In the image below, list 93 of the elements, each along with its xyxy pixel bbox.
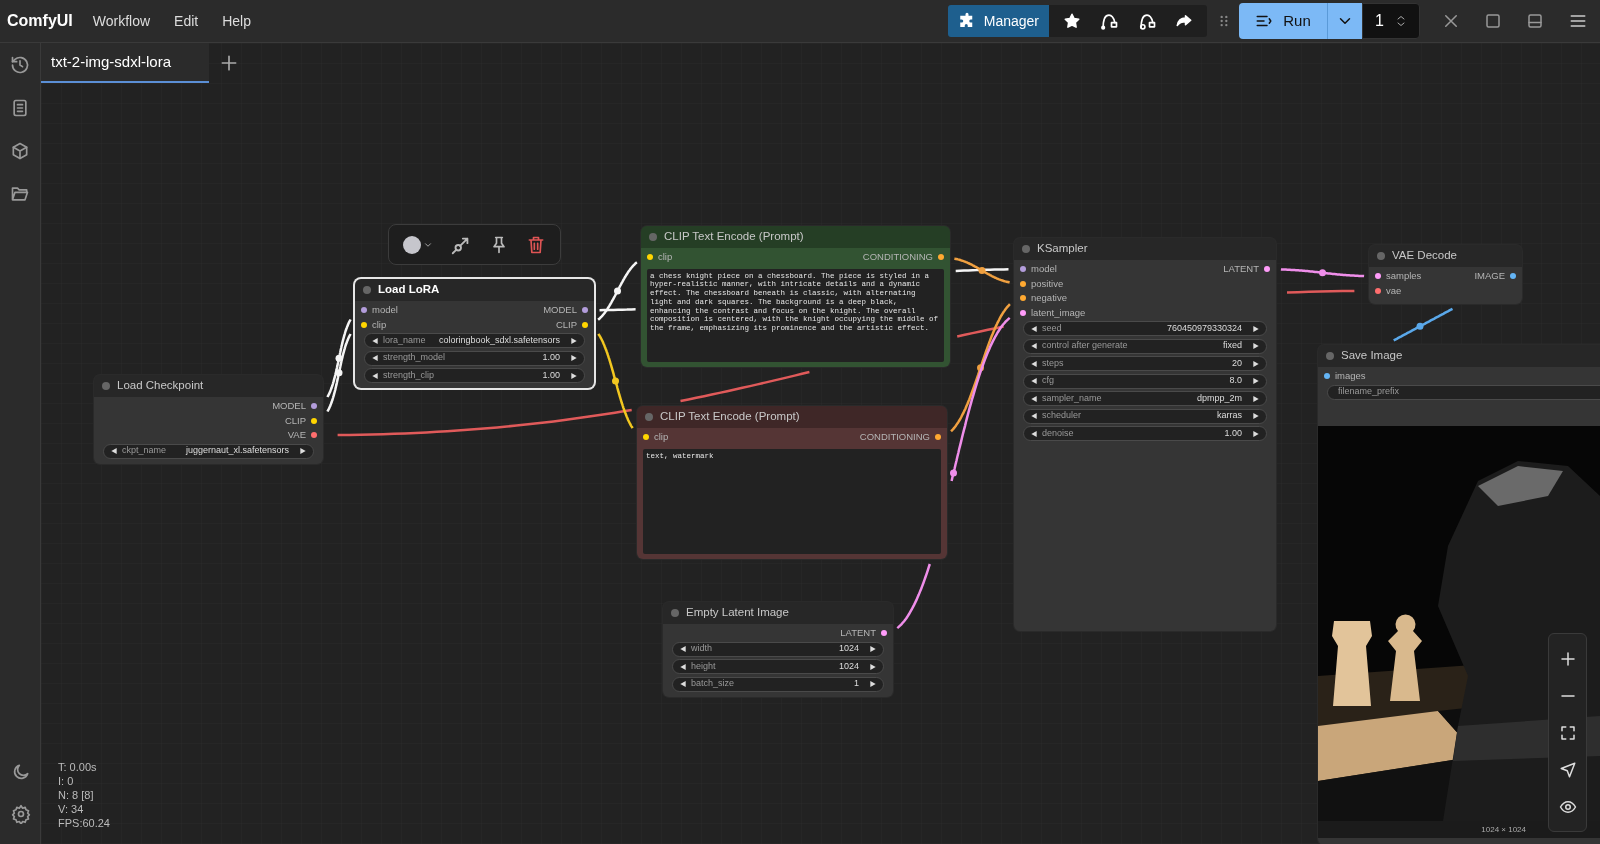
node-title: Load LoRA: [378, 282, 440, 298]
combo-widget[interactable]: ckpt_name juggernaut_xl.safetensors: [103, 443, 314, 459]
slot-label: clip: [372, 317, 387, 332]
stats-line: T: 0.00s: [58, 760, 98, 774]
slot-label: clip: [658, 250, 673, 265]
manager-button[interactable]: Manager: [947, 5, 1049, 37]
number-widget[interactable]: cfg 8.0: [1023, 373, 1267, 389]
slot-label: model: [1031, 262, 1057, 277]
combo-widget[interactable]: lora_name coloringbook_sdxl.safetensors: [364, 333, 585, 348]
node-title: Save Image: [1341, 348, 1403, 364]
slot-label: IMAGE: [1474, 269, 1505, 284]
number-widget[interactable]: steps 20: [1023, 356, 1267, 371]
number-widget[interactable]: batch_size 1: [672, 676, 884, 692]
node-card[interactable]: VAE Decode samples IMAGE vae: [1369, 245, 1522, 304]
widget-value: 1024: [838, 642, 859, 656]
slot-label: positive: [1031, 276, 1064, 291]
menu-item[interactable]: Help: [210, 4, 263, 38]
slot-label: negative: [1031, 291, 1067, 306]
number-widget[interactable]: width 1024: [672, 641, 884, 657]
number-widget[interactable]: denoise 1.00: [1023, 426, 1267, 441]
slot-label: images: [1335, 369, 1366, 384]
number-widget[interactable]: strength_model 1.00: [364, 350, 585, 366]
node-title: CLIP Text Encode (Prompt): [664, 229, 804, 245]
widget-label: filename_prefix: [1338, 385, 1400, 399]
node-card[interactable]: Load Checkpoint MODEL CLIP VAE ckpt_name juggernaut_xl.safetensors: [94, 375, 323, 464]
widget-label: scheduler: [1042, 409, 1082, 423]
stats-line: I: 0: [58, 774, 75, 788]
slot-label: clip: [654, 430, 669, 445]
slot-label: CONDITIONING: [862, 250, 933, 265]
slot-label: LATENT: [840, 626, 876, 641]
combo-widget[interactable]: sampler_name dpmpp_2m: [1023, 391, 1267, 406]
widget-value: fixed: [1223, 339, 1242, 353]
slot-label: samples: [1386, 269, 1422, 284]
widget-value: 20: [1232, 356, 1242, 370]
node-title: KSampler: [1037, 241, 1088, 257]
combo-widget[interactable]: control after generate fixed: [1023, 338, 1267, 354]
widget-value: 1: [854, 677, 859, 691]
node-title: Load Checkpoint: [117, 378, 204, 394]
node-card[interactable]: KSampler model LATENT positive negative latent_image seed 760450979330324 control after generate fixed steps 20 cfg 8.0 sampler_name dpmpp_2m scheduler karras denoise 1.00: [1014, 238, 1276, 631]
widget-label: strength_model: [383, 351, 446, 365]
number-widget[interactable]: height 1024: [672, 659, 884, 674]
widget-label: batch_size: [691, 677, 735, 691]
run-button[interactable]: Run: [1239, 3, 1327, 39]
stats-line: N: 8 [8]: [58, 788, 95, 802]
stats-line: V: 34: [58, 802, 85, 816]
number-widget[interactable]: strength_clip 1.00: [364, 368, 585, 383]
widget-value: 1024: [838, 659, 859, 673]
text-widget[interactable]: filename_prefix: [1327, 384, 1600, 400]
node-title: Empty Latent Image: [686, 605, 789, 621]
number-widget[interactable]: seed 760450979330324: [1023, 321, 1267, 336]
workflow-tab[interactable]: txt-2-img-sdxl-lora: [41, 43, 209, 83]
batch-count-field[interactable]: 1: [1362, 3, 1420, 39]
widget-label: seed: [1042, 321, 1062, 335]
widget-value: dpmpp_2m: [1196, 391, 1242, 405]
menu-item[interactable]: Workflow: [80, 4, 163, 38]
widget-label: width: [691, 642, 712, 656]
menu-item[interactable]: Edit: [162, 4, 211, 38]
widget-label: control after generate: [1042, 339, 1128, 353]
widget-value: 8.0: [1229, 374, 1242, 388]
widget-value: 1.00: [1224, 426, 1242, 440]
widget-label: ckpt_name: [122, 444, 167, 458]
slot-label: VAE: [287, 428, 306, 443]
widget-value: juggernaut_xl.safetensors: [185, 444, 289, 458]
node-card[interactable]: Empty Latent Image LATENT width 1024 height 1024 batch_size 1: [663, 602, 893, 697]
widget-value: 760450979330324: [1166, 321, 1242, 335]
slot-label: latent_image: [1031, 305, 1086, 320]
slot-label: vae: [1386, 283, 1402, 298]
widget-value: coloringbook_sdxl.safetensors: [438, 333, 560, 347]
image-size-label: 1024 × 1024: [1481, 823, 1526, 836]
widget-label: cfg: [1042, 374, 1054, 388]
widget-label: sampler_name: [1042, 391, 1102, 405]
slot-label: MODEL: [543, 303, 577, 318]
widget-label: height: [691, 659, 716, 673]
widget-value: 1.00: [542, 351, 560, 365]
slot-label: CLIP: [555, 317, 577, 332]
combo-widget[interactable]: scheduler karras: [1023, 408, 1267, 424]
node-title: VAE Decode: [1392, 248, 1457, 264]
app-logo: ComfyUI: [7, 11, 73, 31]
widget-label: steps: [1042, 356, 1064, 370]
widget-label: lora_name: [383, 333, 426, 347]
slot-label: MODEL: [272, 399, 306, 414]
node-card[interactable]: Load LoRA model MODEL clip CLIP lora_name coloringbook_sdxl.safetensors strength_model 1.00 strength_clip 1.00: [355, 279, 594, 388]
widget-value: karras: [1217, 409, 1242, 423]
node-card[interactable]: Save Image images filename_prefix 1024 × 1024: [1318, 345, 1600, 844]
node-title: CLIP Text Encode (Prompt): [660, 409, 800, 425]
slot-label: model: [372, 303, 398, 318]
slot-label: CONDITIONING: [859, 430, 930, 445]
slot-label: LATENT: [1223, 262, 1259, 277]
slot-label: CLIP: [284, 413, 306, 428]
stats-line: FPS:60.24: [58, 816, 110, 830]
widget-value: 1.00: [542, 368, 560, 382]
widget-label: denoise: [1042, 426, 1074, 440]
widget-label: strength_clip: [383, 368, 435, 382]
